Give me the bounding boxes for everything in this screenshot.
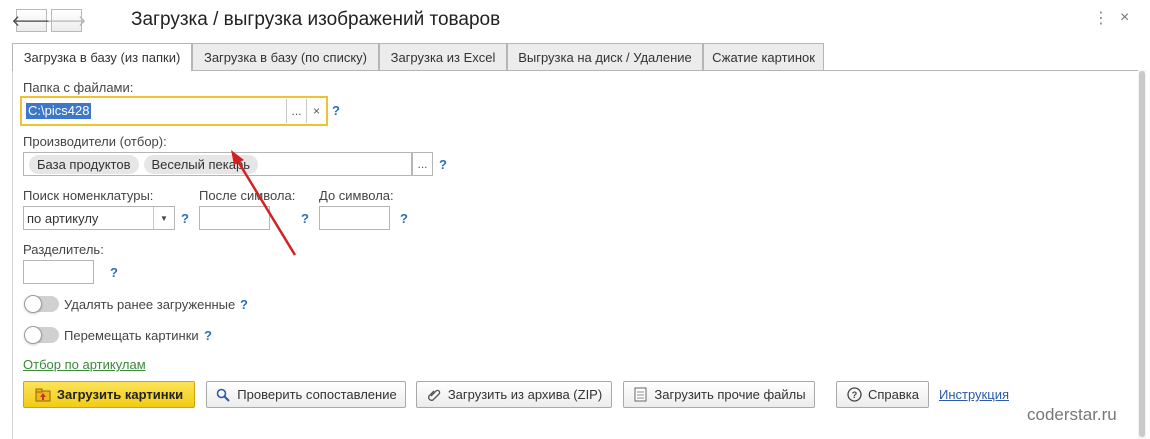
watermark: coderstar.ru [1027,405,1117,424]
tab-upload-folder[interactable]: Загрузка в базу (из папки) [12,43,192,71]
